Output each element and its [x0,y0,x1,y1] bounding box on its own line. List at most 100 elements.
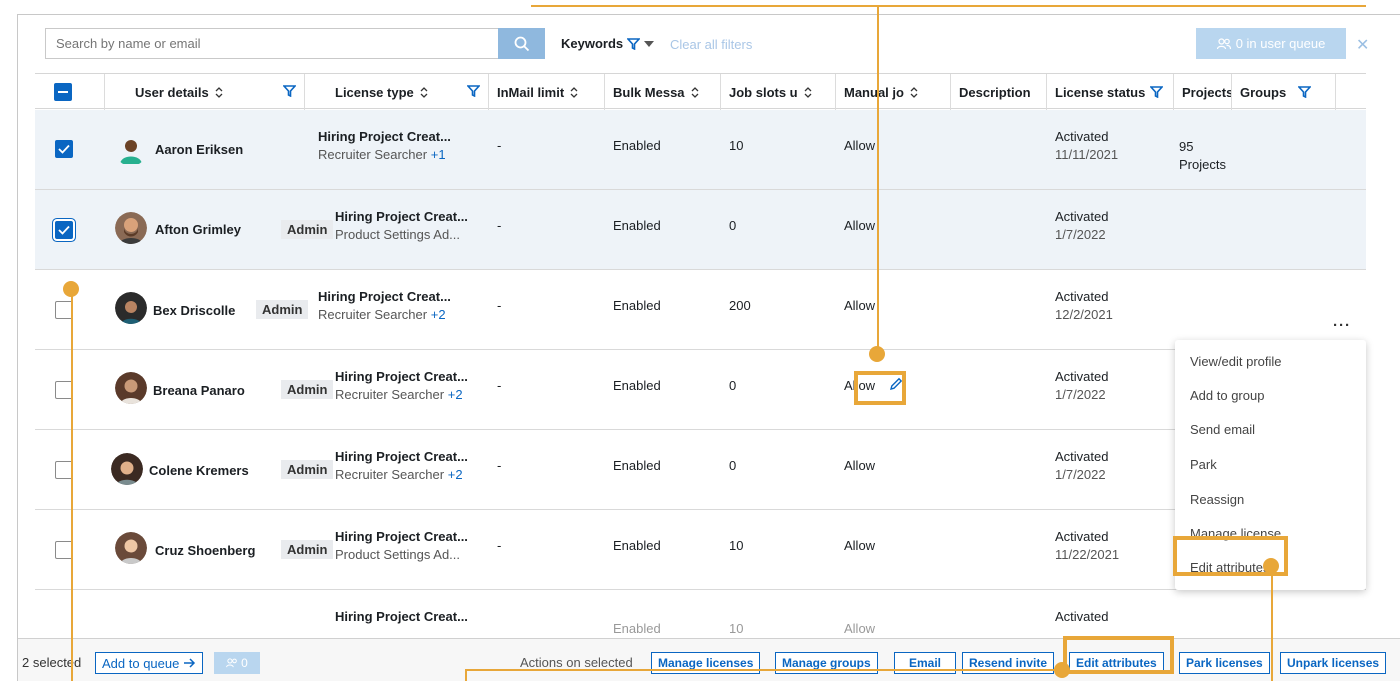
license-secondary: Recruiter Searcher +2 [318,307,446,322]
avatar [115,292,147,324]
keywords-label: Keywords [561,36,624,51]
table-row[interactable]: Bex Driscolle Admin Hiring Project Creat… [35,270,1366,350]
manual-value: Allow [844,621,876,636]
users-icon [226,658,237,668]
table-row[interactable]: Cruz Shoenberg Admin Hiring Project Crea… [35,510,1366,590]
filter-icon[interactable] [1150,86,1164,98]
user-name[interactable]: Cruz Shoenberg [155,543,255,558]
manual-value: Allow [844,458,876,473]
menu-view-edit-profile[interactable]: View/edit profile [1190,354,1282,369]
bulk-value: Enabled [613,218,661,233]
column-bulk-messages[interactable]: Bulk Messa [605,74,721,110]
jobslots-value: 0 [729,378,737,393]
callout-line [465,669,467,681]
license-secondary: Recruiter Searcher +2 [335,387,463,402]
column-job-slots[interactable]: Job slots u [721,74,836,110]
menu-send-email[interactable]: Send email [1190,422,1255,437]
add-to-queue-button[interactable]: Add to queue [95,652,204,674]
queue-label: 0 in user queue [1235,36,1326,51]
status-date: 1/7/2022 [1055,227,1106,242]
user-queue-button[interactable]: 0 in user queue [1196,28,1346,59]
table-row[interactable]: Afton Grimley Admin Hiring Project Creat… [35,190,1366,270]
inmail-value: - [497,538,502,553]
column-license-type[interactable]: License type [305,74,489,110]
column-license-status[interactable]: License status [1047,74,1174,110]
jobslots-value: 200 [729,298,751,313]
license-secondary: Product Settings Ad... [335,547,461,562]
filter-icon[interactable] [467,85,480,97]
admin-badge: Admin [281,220,334,239]
license-more-link[interactable]: +2 [448,387,463,402]
callout-dot [869,346,885,362]
unpark-licenses-button[interactable]: Unpark licenses [1280,652,1387,674]
search-button[interactable] [498,28,545,59]
jobslots-value: 10 [729,538,744,553]
sort-icon [910,86,918,98]
license-primary: Hiring Project Creat... [335,609,468,624]
more-actions-icon[interactable]: ··· [1333,317,1351,334]
user-name[interactable]: Colene Kremers [149,463,249,478]
bulk-value: Enabled [613,538,661,553]
avatar [115,372,147,404]
manual-value: Allow [844,218,876,233]
column-projects[interactable]: Projects [1174,74,1232,110]
admin-badge: Admin [281,460,334,479]
table-row[interactable]: Aaron Eriksen Hiring Project Creat... Re… [35,110,1366,190]
column-user-details[interactable]: User details [105,74,305,110]
callout-line [465,669,1062,671]
user-name[interactable]: Afton Grimley [155,222,241,237]
inmail-value: - [497,218,502,233]
jobslots-value: 10 [729,138,744,153]
inmail-value: - [497,378,502,393]
status-date: 1/7/2022 [1055,387,1106,402]
close-icon[interactable]: ✕ [1356,35,1369,55]
user-name[interactable]: Aaron Eriksen [155,142,243,157]
menu-add-to-group[interactable]: Add to group [1190,388,1264,403]
jobslots-value: 0 [729,218,737,233]
row-checkbox[interactable] [55,140,73,158]
column-inmail-limit[interactable]: InMail limit [489,74,605,110]
table-row[interactable]: Breana Panaro Admin Hiring Project Creat… [35,350,1366,430]
inmail-value: - [497,298,502,313]
search-input[interactable] [45,28,498,59]
avatar [115,532,147,564]
user-name[interactable]: Breana Panaro [153,383,245,398]
status-value: Activated [1055,449,1109,464]
bulk-value: Enabled [613,621,661,636]
license-more-link[interactable]: +2 [448,467,463,482]
keywords-filter[interactable]: Keywords [561,36,655,51]
sort-icon [215,86,223,98]
filter-icon[interactable] [1298,86,1312,98]
projects-count[interactable]: 95 [1179,139,1193,154]
inmail-value: - [497,458,502,473]
status-value: Activated [1055,529,1109,544]
admin-badge: Admin [281,540,334,559]
avatar [115,212,147,244]
row-checkbox[interactable] [55,221,73,239]
clear-filters-link[interactable]: Clear all filters [670,37,752,52]
license-more-link[interactable]: +1 [431,147,446,162]
callout-line [531,5,1366,7]
menu-reassign[interactable]: Reassign [1190,492,1244,507]
park-licenses-button[interactable]: Park licenses [1179,652,1270,674]
license-secondary: Recruiter Searcher +2 [335,467,463,482]
column-description[interactable]: Description [951,74,1047,110]
user-name[interactable]: Bex Driscolle [153,303,235,318]
menu-park[interactable]: Park [1190,457,1217,472]
table-row[interactable]: Colene Kremers Admin Hiring Project Crea… [35,430,1366,510]
bulk-value: Enabled [613,378,661,393]
select-all-checkbox[interactable] [54,83,72,101]
status-value: Activated [1055,369,1109,384]
license-more-link[interactable]: +2 [431,307,446,322]
filter-icon[interactable] [283,85,296,97]
column-groups[interactable]: Groups [1232,74,1336,110]
sort-icon [570,86,578,98]
status-date: 11/11/2021 [1055,147,1119,162]
column-manual-jobs[interactable]: Manual jo [836,74,951,110]
callout-highlight-bottom-edit-attributes [1063,636,1174,674]
license-primary: Hiring Project Creat... [335,209,468,224]
queue-count-badge: 0 [214,652,260,674]
license-primary: Hiring Project Creat... [335,529,468,544]
status-value: Activated [1055,289,1109,304]
manual-value: Allow [844,138,876,153]
